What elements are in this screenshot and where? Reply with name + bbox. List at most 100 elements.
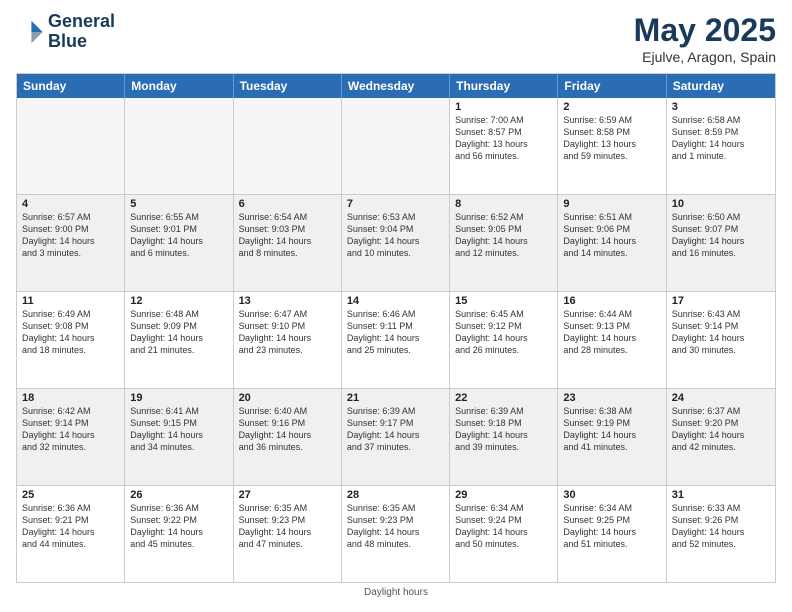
cell-text: Sunrise: 6:39 AM Sunset: 9:18 PM Dayligh… [455, 405, 552, 454]
day-number: 23 [563, 392, 660, 404]
calendar-header-cell: Sunday [17, 74, 125, 98]
day-number: 29 [455, 489, 552, 501]
calendar-cell: 24Sunrise: 6:37 AM Sunset: 9:20 PM Dayli… [667, 389, 775, 485]
logo: General Blue [16, 12, 115, 52]
calendar-week-row: 25Sunrise: 6:36 AM Sunset: 9:21 PM Dayli… [17, 486, 775, 582]
day-number: 7 [347, 198, 444, 210]
page: General Blue May 2025 Ejulve, Aragon, Sp… [0, 0, 792, 612]
calendar-cell: 25Sunrise: 6:36 AM Sunset: 9:21 PM Dayli… [17, 486, 125, 582]
calendar-header: SundayMondayTuesdayWednesdayThursdayFrid… [17, 74, 775, 98]
cell-text: Sunrise: 6:43 AM Sunset: 9:14 PM Dayligh… [672, 308, 770, 357]
cell-text: Sunrise: 6:37 AM Sunset: 9:20 PM Dayligh… [672, 405, 770, 454]
calendar-cell [342, 98, 450, 194]
calendar-body: 1Sunrise: 7:00 AM Sunset: 8:57 PM Daylig… [17, 98, 775, 582]
calendar-week-row: 4Sunrise: 6:57 AM Sunset: 9:00 PM Daylig… [17, 195, 775, 292]
calendar-cell: 15Sunrise: 6:45 AM Sunset: 9:12 PM Dayli… [450, 292, 558, 388]
cell-text: Sunrise: 6:35 AM Sunset: 9:23 PM Dayligh… [239, 502, 336, 551]
day-number: 2 [563, 101, 660, 113]
calendar-cell: 11Sunrise: 6:49 AM Sunset: 9:08 PM Dayli… [17, 292, 125, 388]
header: General Blue May 2025 Ejulve, Aragon, Sp… [16, 12, 776, 65]
calendar-header-cell: Saturday [667, 74, 775, 98]
day-number: 20 [239, 392, 336, 404]
calendar-cell: 2Sunrise: 6:59 AM Sunset: 8:58 PM Daylig… [558, 98, 666, 194]
calendar-week-row: 11Sunrise: 6:49 AM Sunset: 9:08 PM Dayli… [17, 292, 775, 389]
logo-line2: Blue [48, 32, 115, 52]
calendar-cell: 10Sunrise: 6:50 AM Sunset: 9:07 PM Dayli… [667, 195, 775, 291]
cell-text: Sunrise: 6:42 AM Sunset: 9:14 PM Dayligh… [22, 405, 119, 454]
day-number: 26 [130, 489, 227, 501]
day-number: 11 [22, 295, 119, 307]
calendar-week-row: 1Sunrise: 7:00 AM Sunset: 8:57 PM Daylig… [17, 98, 775, 195]
cell-text: Sunrise: 6:54 AM Sunset: 9:03 PM Dayligh… [239, 211, 336, 260]
calendar-header-cell: Thursday [450, 74, 558, 98]
calendar-cell: 31Sunrise: 6:33 AM Sunset: 9:26 PM Dayli… [667, 486, 775, 582]
day-number: 17 [672, 295, 770, 307]
calendar-cell: 8Sunrise: 6:52 AM Sunset: 9:05 PM Daylig… [450, 195, 558, 291]
day-number: 13 [239, 295, 336, 307]
calendar-cell: 13Sunrise: 6:47 AM Sunset: 9:10 PM Dayli… [234, 292, 342, 388]
day-number: 9 [563, 198, 660, 210]
calendar-header-cell: Wednesday [342, 74, 450, 98]
calendar-cell: 16Sunrise: 6:44 AM Sunset: 9:13 PM Dayli… [558, 292, 666, 388]
logo-text: General Blue [48, 12, 115, 52]
cell-text: Sunrise: 6:34 AM Sunset: 9:25 PM Dayligh… [563, 502, 660, 551]
calendar-cell: 5Sunrise: 6:55 AM Sunset: 9:01 PM Daylig… [125, 195, 233, 291]
cell-text: Sunrise: 6:57 AM Sunset: 9:00 PM Dayligh… [22, 211, 119, 260]
cell-text: Sunrise: 6:36 AM Sunset: 9:21 PM Dayligh… [22, 502, 119, 551]
cell-text: Sunrise: 7:00 AM Sunset: 8:57 PM Dayligh… [455, 114, 552, 163]
day-number: 19 [130, 392, 227, 404]
day-number: 24 [672, 392, 770, 404]
cell-text: Sunrise: 6:51 AM Sunset: 9:06 PM Dayligh… [563, 211, 660, 260]
day-number: 6 [239, 198, 336, 210]
calendar-cell: 12Sunrise: 6:48 AM Sunset: 9:09 PM Dayli… [125, 292, 233, 388]
calendar-cell: 28Sunrise: 6:35 AM Sunset: 9:23 PM Dayli… [342, 486, 450, 582]
cell-text: Sunrise: 6:46 AM Sunset: 9:11 PM Dayligh… [347, 308, 444, 357]
day-number: 4 [22, 198, 119, 210]
main-title: May 2025 [634, 12, 776, 49]
calendar-week-row: 18Sunrise: 6:42 AM Sunset: 9:14 PM Dayli… [17, 389, 775, 486]
day-number: 14 [347, 295, 444, 307]
cell-text: Sunrise: 6:33 AM Sunset: 9:26 PM Dayligh… [672, 502, 770, 551]
day-number: 18 [22, 392, 119, 404]
title-block: May 2025 Ejulve, Aragon, Spain [634, 12, 776, 65]
cell-text: Sunrise: 6:47 AM Sunset: 9:10 PM Dayligh… [239, 308, 336, 357]
cell-text: Sunrise: 6:50 AM Sunset: 9:07 PM Dayligh… [672, 211, 770, 260]
day-number: 31 [672, 489, 770, 501]
cell-text: Sunrise: 6:48 AM Sunset: 9:09 PM Dayligh… [130, 308, 227, 357]
cell-text: Sunrise: 6:38 AM Sunset: 9:19 PM Dayligh… [563, 405, 660, 454]
day-number: 12 [130, 295, 227, 307]
day-number: 15 [455, 295, 552, 307]
calendar-cell: 18Sunrise: 6:42 AM Sunset: 9:14 PM Dayli… [17, 389, 125, 485]
day-number: 22 [455, 392, 552, 404]
calendar-cell [234, 98, 342, 194]
calendar-cell: 17Sunrise: 6:43 AM Sunset: 9:14 PM Dayli… [667, 292, 775, 388]
calendar-cell: 30Sunrise: 6:34 AM Sunset: 9:25 PM Dayli… [558, 486, 666, 582]
cell-text: Sunrise: 6:40 AM Sunset: 9:16 PM Dayligh… [239, 405, 336, 454]
cell-text: Sunrise: 6:53 AM Sunset: 9:04 PM Dayligh… [347, 211, 444, 260]
cell-text: Sunrise: 6:36 AM Sunset: 9:22 PM Dayligh… [130, 502, 227, 551]
calendar-cell: 19Sunrise: 6:41 AM Sunset: 9:15 PM Dayli… [125, 389, 233, 485]
calendar-cell: 29Sunrise: 6:34 AM Sunset: 9:24 PM Dayli… [450, 486, 558, 582]
day-number: 28 [347, 489, 444, 501]
day-number: 10 [672, 198, 770, 210]
logo-icon [16, 18, 44, 46]
day-number: 25 [22, 489, 119, 501]
calendar-cell: 21Sunrise: 6:39 AM Sunset: 9:17 PM Dayli… [342, 389, 450, 485]
day-number: 16 [563, 295, 660, 307]
cell-text: Sunrise: 6:41 AM Sunset: 9:15 PM Dayligh… [130, 405, 227, 454]
calendar-cell: 4Sunrise: 6:57 AM Sunset: 9:00 PM Daylig… [17, 195, 125, 291]
calendar: SundayMondayTuesdayWednesdayThursdayFrid… [16, 73, 776, 583]
calendar-header-cell: Monday [125, 74, 233, 98]
calendar-header-cell: Friday [558, 74, 666, 98]
cell-text: Sunrise: 6:52 AM Sunset: 9:05 PM Dayligh… [455, 211, 552, 260]
cell-text: Sunrise: 6:44 AM Sunset: 9:13 PM Dayligh… [563, 308, 660, 357]
calendar-cell [17, 98, 125, 194]
day-number: 27 [239, 489, 336, 501]
cell-text: Sunrise: 6:59 AM Sunset: 8:58 PM Dayligh… [563, 114, 660, 163]
calendar-cell: 9Sunrise: 6:51 AM Sunset: 9:06 PM Daylig… [558, 195, 666, 291]
calendar-cell: 22Sunrise: 6:39 AM Sunset: 9:18 PM Dayli… [450, 389, 558, 485]
calendar-cell: 20Sunrise: 6:40 AM Sunset: 9:16 PM Dayli… [234, 389, 342, 485]
cell-text: Sunrise: 6:55 AM Sunset: 9:01 PM Dayligh… [130, 211, 227, 260]
calendar-cell: 23Sunrise: 6:38 AM Sunset: 9:19 PM Dayli… [558, 389, 666, 485]
day-number: 1 [455, 101, 552, 113]
